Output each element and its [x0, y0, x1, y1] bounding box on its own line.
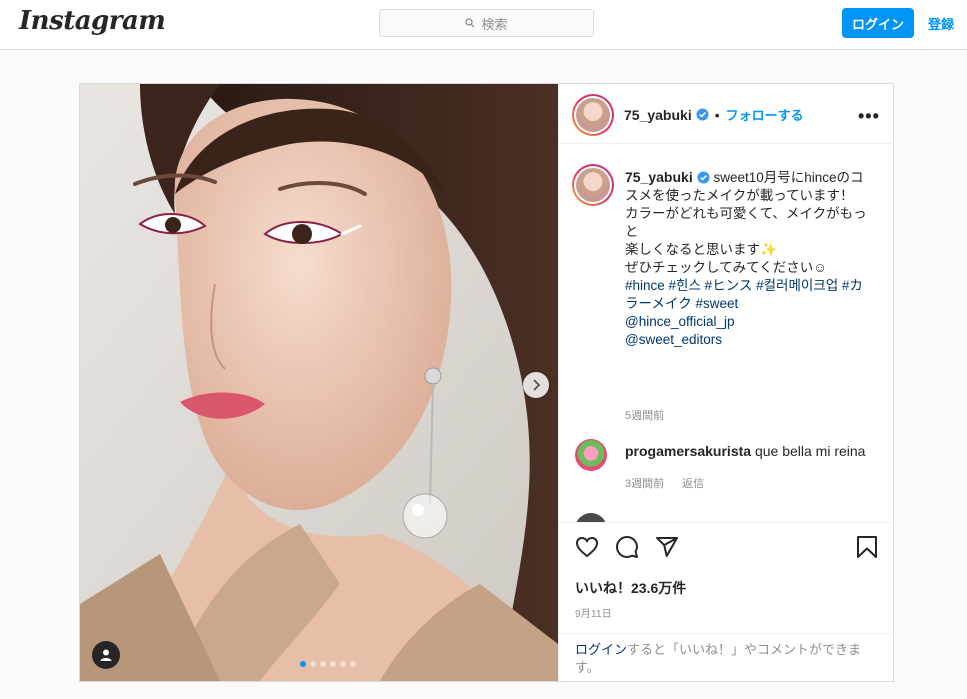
- caption-mention[interactable]: @sweet_editors: [625, 331, 877, 349]
- search-input[interactable]: 検索: [379, 9, 594, 37]
- caption-text-line: ぜひチェックしてみてください☺︎: [625, 260, 827, 275]
- more-options-icon[interactable]: •••: [858, 106, 880, 127]
- carousel-dot: [320, 661, 326, 667]
- caption-avatar[interactable]: [572, 164, 614, 206]
- comment-avatar[interactable]: [575, 513, 607, 522]
- carousel-indicator: [300, 661, 356, 667]
- login-prompt: ログインすると「いいね！」やコメントができます。: [559, 633, 894, 681]
- avatar[interactable]: [572, 94, 614, 136]
- caption-text-line: 楽しくなると思います✨: [625, 242, 777, 257]
- bookmark-icon[interactable]: [856, 535, 878, 559]
- carousel-dot: [340, 661, 346, 667]
- caption-text-line: スメを使ったメイクが載っています！: [625, 188, 854, 203]
- post-photo[interactable]: [80, 84, 558, 681]
- carousel-dot: [350, 661, 356, 667]
- follow-button[interactable]: フォローする: [726, 105, 804, 124]
- login-button[interactable]: ログイン: [842, 8, 914, 38]
- caption-mention[interactable]: @hince_official_jp: [625, 313, 877, 331]
- chevron-right-icon: [533, 379, 541, 391]
- post-caption: 75_yabuki sweet10月号にhinceのコ スメを使ったメイクが載っ…: [625, 168, 877, 349]
- comments-section[interactable]: 75_yabuki sweet10月号にhinceのコ スメを使ったメイクが載っ…: [559, 145, 894, 522]
- post-side-panel: 75_yabuki • フォローする ••• 75_yabuki sweet10…: [558, 84, 894, 681]
- comment-reply-button[interactable]: 返信: [682, 475, 704, 491]
- comment-avatar[interactable]: [575, 439, 607, 471]
- search-placeholder: 検索: [481, 16, 508, 32]
- comment-username[interactable]: progamersakurista: [625, 443, 751, 459]
- carousel-dot: [330, 661, 336, 667]
- caption-hashtags[interactable]: ラーメイク #sweet: [625, 295, 877, 313]
- instagram-logo[interactable]: Instagram: [19, 6, 166, 36]
- caption-text-line: カラーがどれも可愛くて、メイクがもっと: [625, 206, 867, 239]
- caption-hashtags[interactable]: #hince #힌스 #ヒンス #컬러메이크업 #カ: [625, 277, 877, 295]
- user-tags-button[interactable]: [92, 641, 120, 669]
- portrait-image: [80, 84, 558, 681]
- post-card: 75_yabuki • フォローする ••• 75_yabuki sweet10…: [79, 83, 894, 682]
- verified-badge-icon: [697, 171, 710, 184]
- post-date[interactable]: 9月11日: [575, 605, 612, 620]
- post-actions: いいね！23.6万件 9月11日: [559, 522, 894, 633]
- comment-text: que bella mi reina: [754, 443, 866, 459]
- likes-count[interactable]: いいね！23.6万件: [575, 578, 686, 598]
- header-separator: •: [714, 106, 720, 123]
- header-username[interactable]: 75_yabuki: [624, 107, 692, 123]
- heart-icon[interactable]: [575, 535, 599, 559]
- share-icon[interactable]: [655, 535, 679, 559]
- verified-badge-icon: [696, 108, 709, 121]
- caption-username[interactable]: 75_yabuki: [625, 169, 693, 185]
- comment: progamersakurista que bella mi reina: [625, 442, 877, 460]
- user-tag-icon: [100, 649, 112, 661]
- top-navigation: Instagram 検索 ログイン 登録: [0, 0, 967, 50]
- carousel-dot: [300, 661, 306, 667]
- carousel-next-button[interactable]: [523, 372, 549, 398]
- carousel-dot: [310, 661, 316, 667]
- comment-meta: 3週間前 返信: [625, 475, 704, 491]
- comment-timestamp[interactable]: 3週間前: [625, 475, 664, 491]
- login-link[interactable]: ログイン: [575, 642, 627, 657]
- caption-timestamp[interactable]: 5週間前: [625, 407, 664, 423]
- post-header: 75_yabuki • フォローする •••: [559, 84, 894, 144]
- search-icon: [465, 18, 475, 28]
- comment-icon[interactable]: [615, 535, 639, 559]
- signup-link[interactable]: 登録: [928, 14, 954, 33]
- caption-text-line: sweet10月号にhinceのコ: [713, 170, 864, 185]
